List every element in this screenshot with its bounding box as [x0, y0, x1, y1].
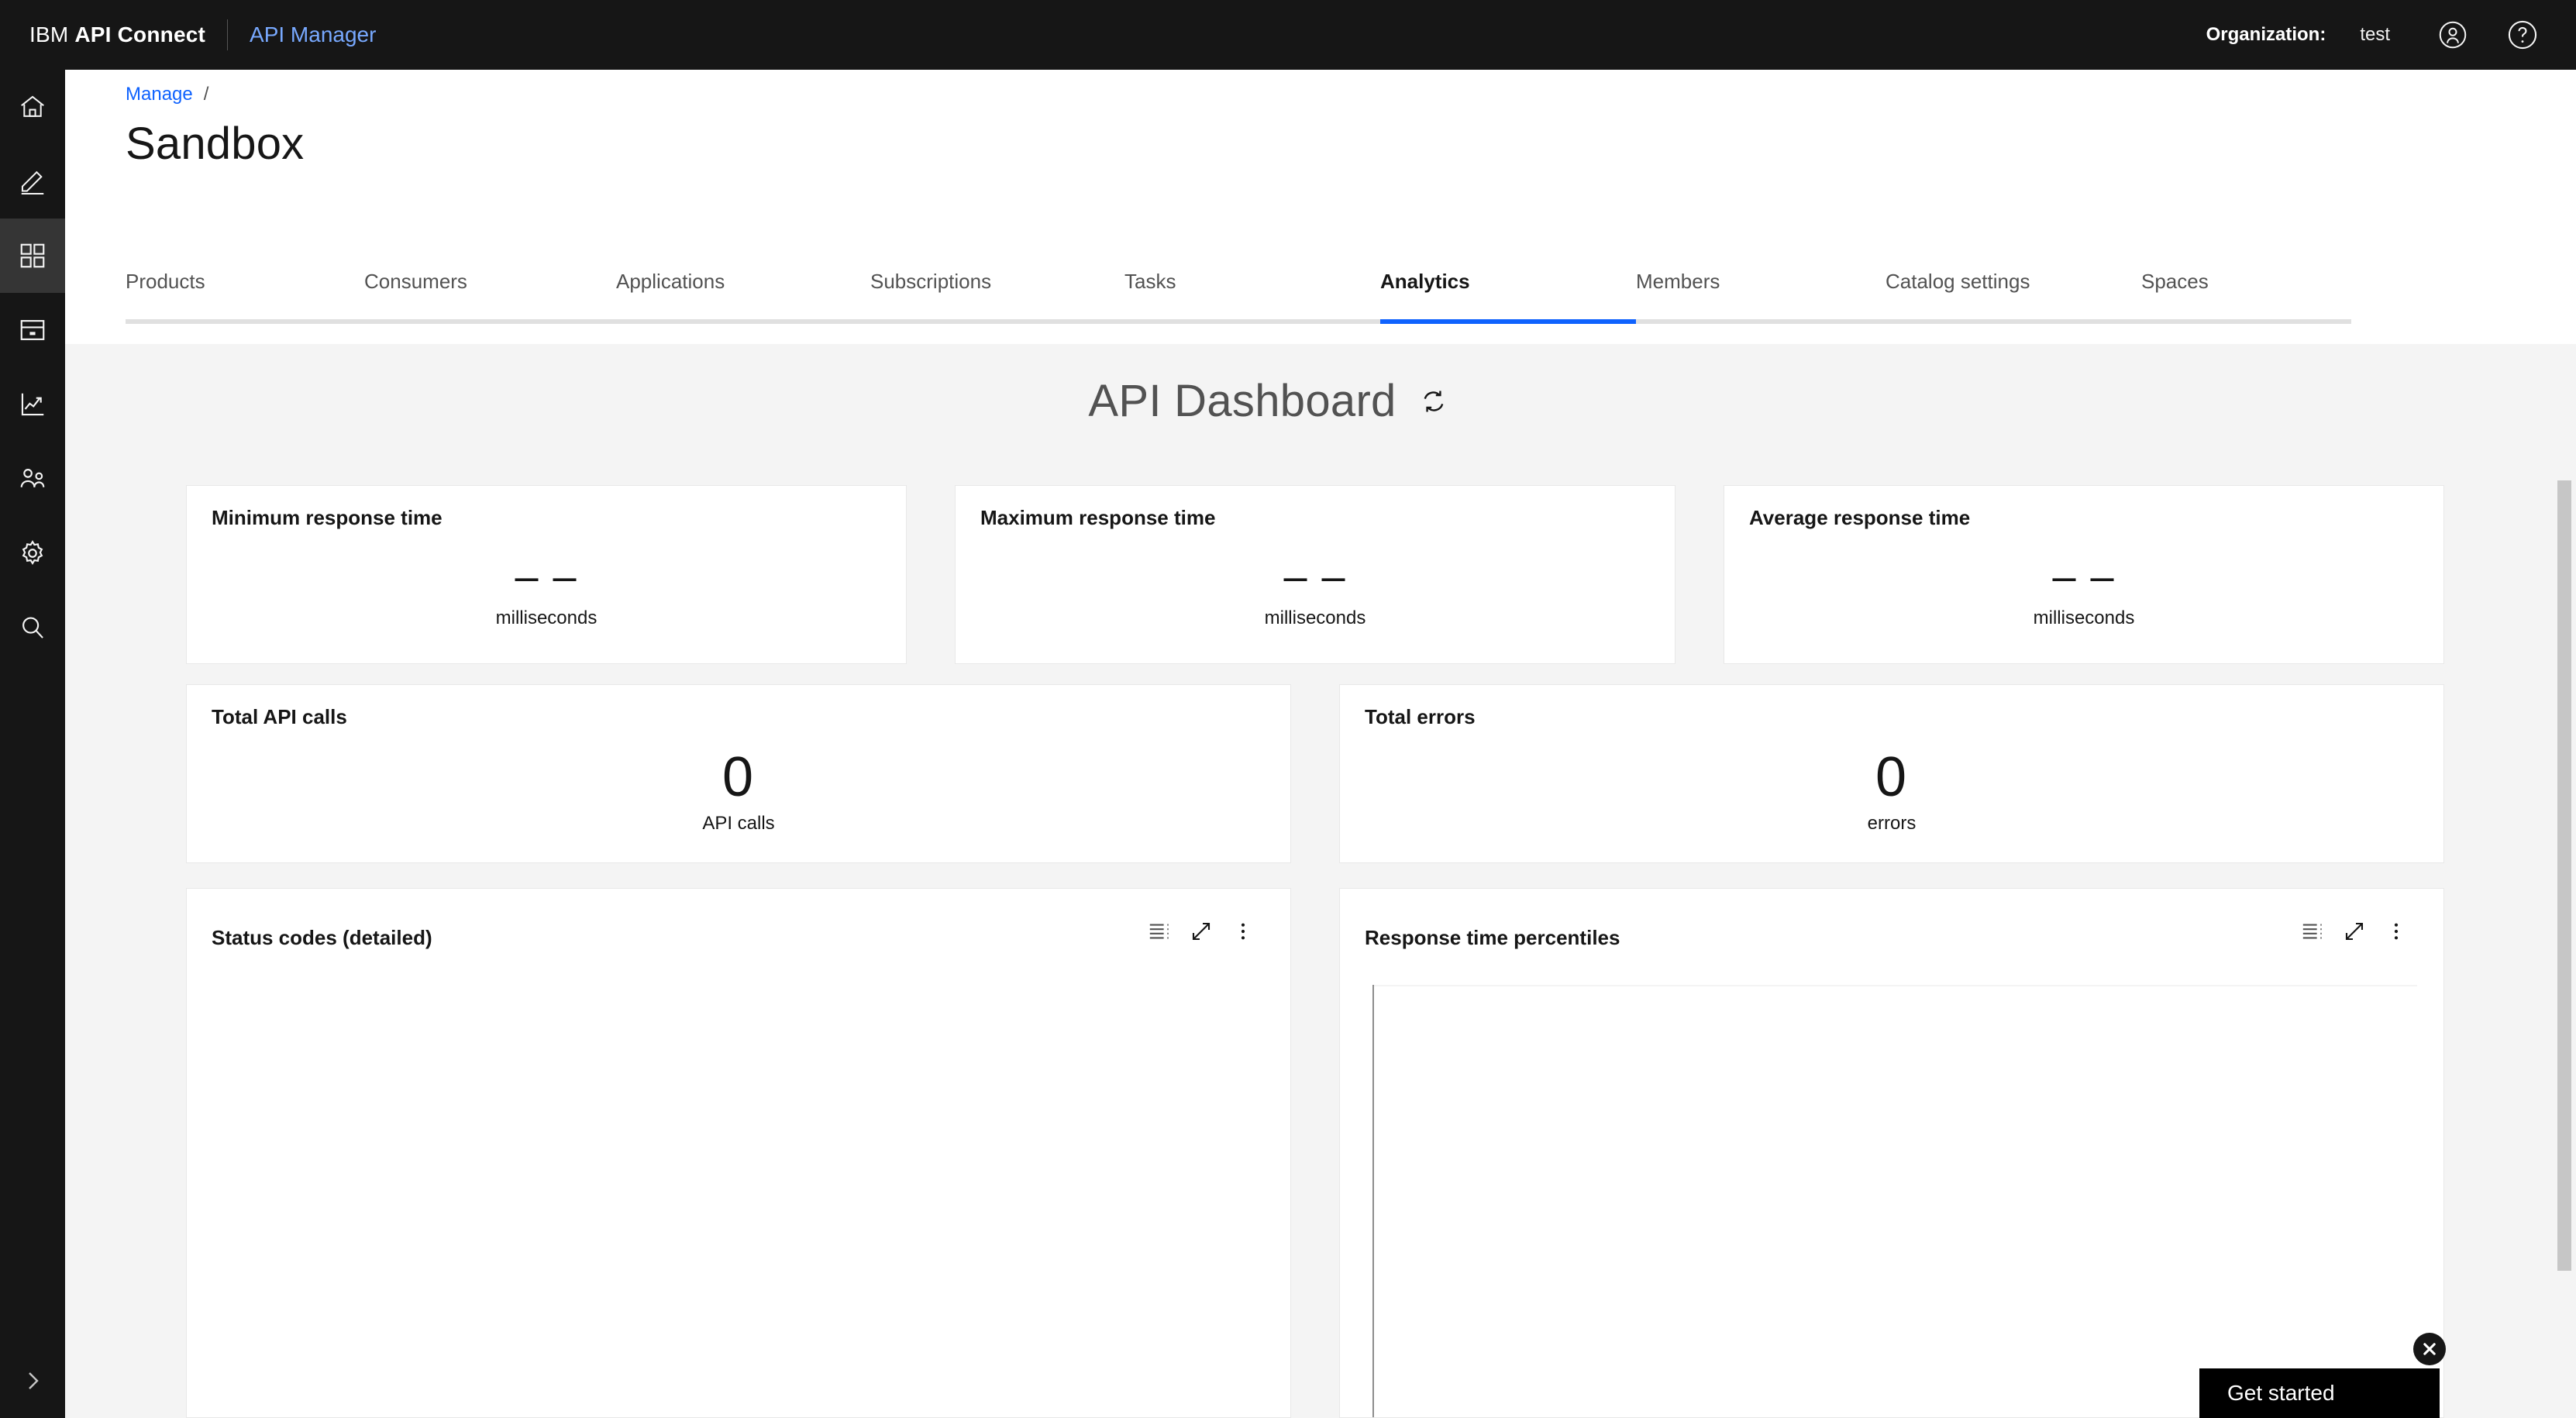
organization-value: test: [2360, 24, 2390, 45]
kpi-unit: API calls: [702, 813, 775, 834]
card-title: Maximum response time: [980, 506, 1216, 529]
sidebar-item-home[interactable]: [0, 70, 65, 144]
overflow-menu-icon[interactable]: [1222, 910, 1264, 952]
analytics-dashboard: API Dashboard Minimum response time – – …: [65, 344, 2576, 1418]
breadcrumb-separator: /: [203, 84, 209, 105]
kpi-unit: milliseconds: [2033, 607, 2135, 628]
tab-subscriptions[interactable]: Subscriptions: [870, 262, 1124, 324]
breadcrumb: Manage /: [126, 84, 208, 105]
card-title: Average response time: [1749, 506, 1971, 529]
kpi-unit: milliseconds: [495, 607, 598, 628]
card-title: Status codes (detailed): [212, 926, 432, 949]
get-started-label: Get started: [2227, 1381, 2335, 1405]
page-scrollbar-thumb[interactable]: [2557, 480, 2571, 1271]
tab-label: Spaces: [2141, 270, 2209, 293]
dashboard-title-row: API Dashboard: [65, 375, 2474, 427]
brand-group: IBM API Connect API Manager: [0, 19, 376, 50]
sidebar-item-search[interactable]: [0, 590, 65, 665]
tab-members[interactable]: Members: [1636, 262, 1886, 324]
page-title: Sandbox: [126, 119, 305, 169]
get-started-button[interactable]: Get started: [2199, 1368, 2440, 1418]
sidebar-item-settings[interactable]: [0, 516, 65, 590]
tab-label: Products: [126, 270, 205, 293]
help-question-icon[interactable]: [2488, 0, 2557, 70]
kpi-value: – –: [2052, 553, 2116, 600]
card-title: Response time percentiles: [1365, 926, 1620, 949]
tab-consumers[interactable]: Consumers: [364, 262, 616, 324]
kpi-unit: milliseconds: [1264, 607, 1366, 628]
tab-tasks[interactable]: Tasks: [1124, 262, 1380, 324]
list-legend-icon[interactable]: [1138, 910, 1180, 952]
sidebar-expand-toggle[interactable]: [0, 1344, 65, 1418]
kpi-card-min-response-time: Minimum response time – – milliseconds: [186, 485, 907, 664]
sidebar-item-members[interactable]: [0, 442, 65, 516]
tab-label: Subscriptions: [870, 270, 992, 293]
overflow-menu-icon[interactable]: [2375, 910, 2417, 952]
response-time-percentiles-chart-area: [1372, 985, 2417, 1417]
card-title: Total errors: [1365, 705, 1476, 728]
refresh-sync-icon[interactable]: [1417, 384, 1451, 418]
status-codes-chart-area: [187, 982, 1290, 1417]
kpi-value: 0: [1875, 746, 1909, 808]
brand-title: IBM API Connect: [29, 22, 205, 47]
tab-applications[interactable]: Applications: [616, 262, 870, 324]
tab-label: Tasks: [1124, 270, 1176, 293]
chart-card-status-codes: Status codes (detailed): [186, 888, 1291, 1418]
chart-top-rule: [1372, 985, 2417, 986]
kpi-value: 0: [721, 746, 756, 808]
app-header: IBM API Connect API Manager Organization…: [0, 0, 2576, 70]
page-container: Manage / Sandbox Products Consumers Appli…: [65, 70, 2576, 1418]
card-title: Total API calls: [212, 705, 347, 728]
tab-spaces[interactable]: Spaces: [2141, 262, 2351, 324]
total-card-errors: Total errors 0 errors: [1339, 684, 2444, 863]
page-scrollbar-track[interactable]: [2553, 70, 2576, 1418]
card-title: Minimum response time: [212, 506, 443, 529]
tab-analytics[interactable]: Analytics: [1380, 262, 1636, 324]
header-right-group: Organization: test: [2206, 0, 2576, 70]
card-actions: [2292, 910, 2417, 952]
tab-label: Consumers: [364, 270, 467, 293]
card-actions: [1138, 910, 1264, 952]
user-avatar-icon[interactable]: [2418, 0, 2488, 70]
breadcrumb-item-manage[interactable]: Manage: [126, 84, 193, 105]
kpi-value: – –: [1283, 553, 1347, 600]
dashboard-title: API Dashboard: [1088, 376, 1396, 426]
sidebar-item-catalogs[interactable]: [0, 293, 65, 367]
tab-products[interactable]: Products: [126, 262, 364, 324]
brand-prefix: IBM: [29, 22, 75, 46]
tab-label: Analytics: [1380, 270, 1470, 293]
expand-arrows-icon[interactable]: [2333, 910, 2375, 952]
close-x-icon[interactable]: [2413, 1333, 2446, 1365]
tab-label: Members: [1636, 270, 1720, 293]
kpi-card-avg-response-time: Average response time – – milliseconds: [1724, 485, 2444, 664]
organization-label: Organization:: [2206, 24, 2326, 45]
tab-catalog-settings[interactable]: Catalog settings: [1886, 262, 2141, 324]
chart-card-response-time-percentiles: Response time percentiles: [1339, 888, 2444, 1418]
kpi-card-max-response-time: Maximum response time – – milliseconds: [955, 485, 1675, 664]
kpi-value: – –: [515, 553, 578, 600]
sidebar-item-analytics[interactable]: [0, 367, 65, 442]
sidebar-item-manage[interactable]: [0, 219, 65, 293]
expand-arrows-icon[interactable]: [1180, 910, 1222, 952]
total-card-api-calls: Total API calls 0 API calls: [186, 684, 1291, 863]
kpi-unit: errors: [1867, 813, 1917, 834]
catalog-tabs: Products Consumers Applications Subscrip…: [126, 262, 2351, 324]
brand-divider: [227, 19, 229, 50]
tab-label: Applications: [616, 270, 725, 293]
chart-y-axis-line: [1372, 985, 1374, 1417]
tab-label: Catalog settings: [1886, 270, 2030, 293]
left-nav-rail: [0, 70, 65, 1418]
sidebar-item-develop[interactable]: [0, 144, 65, 219]
product-link[interactable]: API Manager: [250, 22, 376, 47]
brand-bold: API Connect: [74, 22, 206, 46]
list-legend-icon[interactable]: [2292, 910, 2333, 952]
